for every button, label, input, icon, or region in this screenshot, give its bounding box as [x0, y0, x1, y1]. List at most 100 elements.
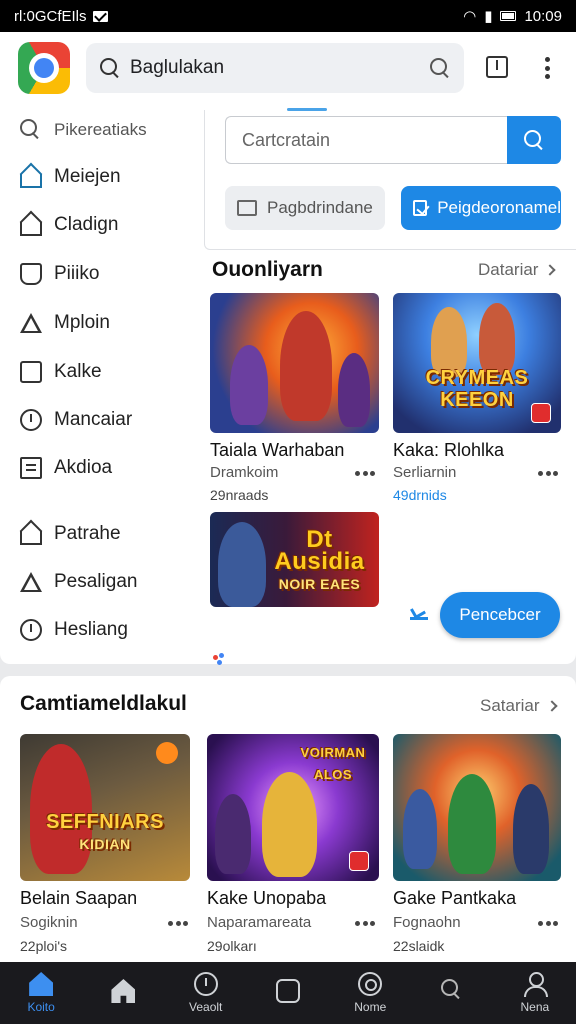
- search-query[interactable]: Baglulakan: [130, 57, 430, 79]
- nav-item-5[interactable]: Nome: [329, 962, 411, 1024]
- section2-see-all[interactable]: Satariar: [480, 696, 558, 716]
- game-thumbnail[interactable]: Dt Ausidia NOIR EAES: [210, 512, 379, 607]
- game-developer: Fognaohn: [393, 914, 461, 931]
- sidebar-item-label: Mancaiar: [54, 409, 133, 430]
- chevron-right-icon: [544, 264, 557, 276]
- more-options-icon[interactable]: [355, 921, 375, 927]
- sidebar-item-home[interactable]: Meiejen: [20, 159, 200, 195]
- sidebar-item-8[interactable]: Patrahe: [20, 516, 200, 552]
- house-icon: [20, 531, 42, 545]
- sidebar-item-4[interactable]: Mploin: [20, 305, 200, 341]
- sidebar-item-7[interactable]: Akdioa: [20, 450, 200, 486]
- clock-icon: [20, 409, 42, 431]
- sidebar-item-label: Hesliang: [54, 619, 128, 640]
- tabs-icon[interactable]: [486, 56, 508, 78]
- sidebar-item-9[interactable]: Pesaligan: [20, 564, 200, 600]
- sidebar-item-label: Kalke: [54, 361, 102, 382]
- chrome-logo-icon[interactable]: [18, 42, 70, 94]
- search-button[interactable]: [507, 116, 561, 164]
- see-all-label: Datariar: [478, 260, 539, 279]
- window-icon: [237, 200, 257, 216]
- sidebar-item-10[interactable]: Hesliang: [20, 612, 200, 648]
- ring-icon: [358, 972, 383, 996]
- nav-item-7[interactable]: Nena: [494, 962, 576, 1024]
- search-input[interactable]: Cartcratain: [225, 116, 507, 164]
- status-left-text: rl:0GCfEIls: [14, 7, 87, 25]
- rating-badge-icon: [349, 851, 369, 871]
- search-submit-icon[interactable]: [430, 58, 450, 78]
- game-developer: Serliarnin: [393, 464, 457, 481]
- nav-item-2[interactable]: [82, 962, 164, 1024]
- triangle-icon: [20, 313, 42, 333]
- square-icon: [275, 979, 300, 1003]
- more-menu-icon[interactable]: [540, 54, 554, 82]
- mail-icon: [92, 10, 108, 22]
- clock-icon: [20, 619, 42, 641]
- chevron-right-icon: [545, 700, 558, 712]
- game-count: 22ploi's: [20, 938, 68, 954]
- search-icon: [440, 979, 465, 1003]
- hero-figure: [448, 774, 496, 874]
- game-thumbnail-label: Dt Ausidia NOIR EAES: [260, 528, 379, 595]
- enemy-figure: [215, 794, 251, 874]
- home-icon: [20, 174, 42, 188]
- game-title[interactable]: Belain Saapan: [20, 888, 137, 909]
- bag-icon: [20, 263, 42, 285]
- search-icon: [524, 130, 544, 150]
- clock-icon: [193, 972, 218, 996]
- search-panel: Cartcratain Pagbdrindane Peigdeoronamel: [204, 108, 576, 250]
- sidebar-item-search[interactable]: Pikereatiaks: [20, 112, 200, 148]
- home-icon: [29, 972, 54, 996]
- game-title[interactable]: Taiala Warhaban: [210, 440, 344, 461]
- top-card: Baglulakan Pikereatiaks Meiejen Cladign …: [0, 32, 576, 665]
- list-icon: [20, 457, 42, 479]
- nav-item-3[interactable]: Veaolt: [165, 962, 247, 1024]
- game-count: 29nraads: [210, 487, 269, 503]
- sidebar-item-label: Pikereatiaks: [54, 120, 147, 139]
- sidebar-item-3[interactable]: Piiiko: [20, 256, 200, 292]
- thumb-subtitle: NOIR EAES: [278, 576, 361, 592]
- wifi-icon: ◠: [463, 8, 477, 25]
- sidebar-item-6[interactable]: Mancaiar: [20, 402, 200, 438]
- nav-item-4[interactable]: [247, 962, 329, 1024]
- more-options-icon[interactable]: [168, 921, 188, 927]
- sidebar-item-2[interactable]: Cladign: [20, 207, 200, 243]
- secondary-button[interactable]: Pagbdrindane: [225, 186, 385, 230]
- section1-see-all[interactable]: Datariar: [478, 260, 557, 280]
- more-options-icon[interactable]: [538, 471, 558, 477]
- game-title[interactable]: Kaka: Rlohlka: [393, 440, 504, 461]
- status-time: 10:09: [524, 7, 562, 25]
- game-thumbnail-label: VOIRMAN ALOS: [300, 745, 366, 782]
- hero-figure: [262, 772, 317, 877]
- header-search-bar[interactable]: Baglulakan: [86, 43, 464, 93]
- nav-item-home[interactable]: Koito: [0, 962, 82, 1024]
- install-button[interactable]: Pencebcer: [440, 592, 560, 638]
- game-count: 49drnids: [393, 487, 447, 503]
- bottom-card: Camtiameldlakul Satariar SEFFNIARS KIDIA…: [0, 676, 576, 962]
- game-thumbnail[interactable]: VOIRMAN ALOS: [207, 734, 379, 881]
- game-thumbnail[interactable]: SEFFNIARS KIDIAN: [20, 734, 190, 881]
- game-developer: Sogiknin: [20, 914, 78, 931]
- more-options-icon[interactable]: [355, 471, 375, 477]
- enemy-figure: [513, 784, 549, 874]
- more-options-icon[interactable]: [538, 921, 558, 927]
- nav-item-6[interactable]: [411, 962, 493, 1024]
- game-title[interactable]: Gake Pantkaka: [393, 888, 516, 909]
- game-title[interactable]: Kake Unopaba: [207, 888, 326, 909]
- hero-figure: [218, 522, 266, 607]
- game-thumbnail[interactable]: [210, 293, 379, 433]
- triangle-icon: [20, 572, 42, 592]
- sidebar-item-5[interactable]: Kalke: [20, 354, 200, 390]
- search-icon: [20, 119, 42, 141]
- primary-button[interactable]: Peigdeoronamel: [401, 186, 561, 230]
- sidebar-item-label: Cladign: [54, 214, 119, 235]
- game-thumbnail[interactable]: [393, 734, 561, 881]
- game-thumbnail[interactable]: CRYMEAS KEEON: [393, 293, 561, 433]
- badge-icon: [156, 742, 178, 764]
- section2-title: Camtiameldlakul: [20, 692, 187, 715]
- enemy-figure: [230, 345, 268, 425]
- checkbox-icon: [413, 200, 428, 216]
- house-icon: [111, 979, 136, 1003]
- sidebar-item-label: Meiejen: [54, 166, 121, 187]
- hero-figure: [479, 303, 515, 375]
